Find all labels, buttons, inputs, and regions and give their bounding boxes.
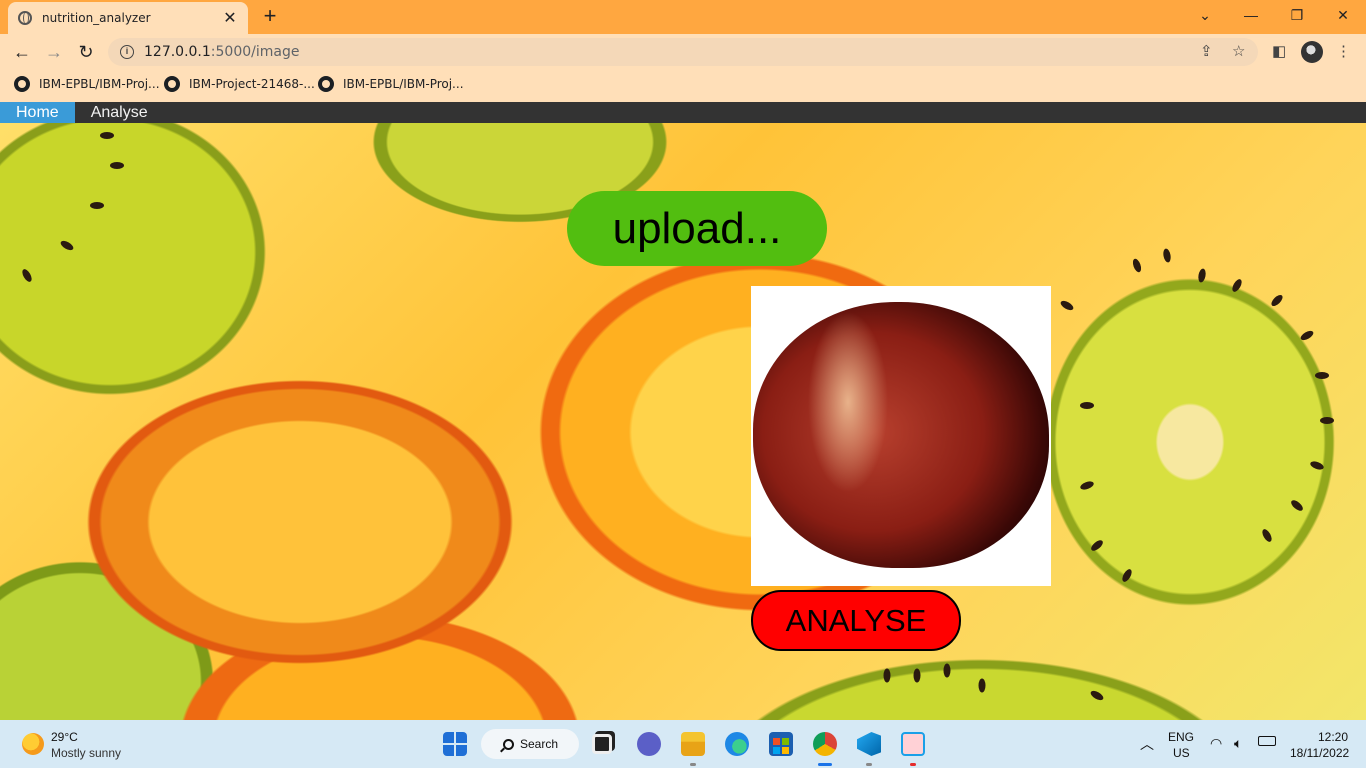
weather-icon[interactable] [22,733,44,755]
kiwi-seed [913,668,921,683]
kiwi-seed [883,668,891,683]
github-icon [14,76,30,92]
minimize-button[interactable]: — [1228,0,1274,30]
app-icon[interactable] [901,732,925,756]
globe-icon [18,11,32,25]
tab-close-icon[interactable]: ✕ [222,8,238,28]
kiwi-seed [1315,372,1329,379]
forward-icon[interactable]: → [42,40,66,64]
kiwi-seed [1269,293,1285,308]
clock-date[interactable]: 18/11/2022 [1290,746,1349,760]
file-explorer-icon[interactable] [681,732,705,756]
kiwi-seed [90,202,104,209]
kiwi-seed [1309,459,1325,472]
browser-tab-bar: nutrition_analyzer ✕ + ⌄ — ❐ ✕ [0,0,1366,34]
show-hidden-icons[interactable]: ︿ [1140,734,1154,754]
github-icon [164,76,180,92]
running-indicator [690,763,696,766]
kiwi-seed [1059,298,1075,313]
kiwi-seed [1299,328,1315,343]
kiwi-seed [1260,527,1274,544]
kiwi-seed [1320,417,1334,424]
kiwi-seed [1120,567,1134,584]
image-preview [751,286,1051,586]
bookmark-star-icon[interactable]: ☆ [1232,42,1245,60]
browser-tab[interactable]: nutrition_analyzer ✕ [8,2,248,34]
kiwi-seed [59,238,75,253]
kiwi-seed [1131,257,1143,274]
kiwi-seed [1089,538,1105,553]
teams-icon[interactable] [637,732,661,756]
active-indicator [818,763,832,766]
kiwi-seed [1230,277,1244,294]
volume-icon[interactable]: 🔈︎ [1234,735,1242,752]
upload-button[interactable]: upload... [567,191,827,266]
store-icon[interactable] [769,732,793,756]
start-icon[interactable] [443,732,467,756]
kiwi-seed [1289,498,1305,513]
running-indicator [866,763,872,766]
clock-time[interactable]: 12:20 [1318,730,1348,744]
kiwi-seed [1089,688,1105,703]
language-lang[interactable]: ENG [1168,730,1194,744]
battery-icon[interactable] [1258,736,1276,746]
analyse-button[interactable]: ANALYSE [751,590,961,651]
url-text: 127.0.0.1:5000/image [144,44,300,60]
kiwi-seed [100,132,114,139]
kiwi-seed [110,162,124,169]
site-info-icon[interactable]: i [120,45,134,59]
apple-image [753,302,1049,568]
profile-avatar[interactable] [1301,41,1323,63]
kiwi-seed [978,678,986,693]
bookmark-item[interactable]: IBM-EPBL/IBM-Proj... [14,76,160,92]
kiwi-seed [1162,247,1172,264]
kiwi-seed [1079,479,1095,492]
bookmarks-bar: IBM-EPBL/IBM-Proj... IBM-Project-21468-.… [0,70,1366,102]
address-bar[interactable]: i 127.0.0.1:5000/image [108,38,1258,66]
tab-title: nutrition_analyzer [42,11,151,25]
kiwi-seed [1197,267,1207,284]
browser-toolbar: ← → ↻ i 127.0.0.1:5000/image ⇪ ☆ ◧ ⋮ [0,34,1366,70]
close-window-button[interactable]: ✕ [1320,0,1366,30]
github-icon [318,76,334,92]
wifi-icon[interactable]: ◠ [1210,735,1222,752]
bookmark-item[interactable]: IBM-Project-21468-... [164,76,315,92]
page-background: Home Analyse upload... ANALYSE [0,102,1366,720]
weather-temp: 29°C [51,730,78,744]
kiwi-seed [943,663,951,678]
language-region[interactable]: US [1173,746,1190,760]
kiwi-seed [1080,402,1094,409]
chrome-icon[interactable] [813,732,837,756]
taskbar: 29°C Mostly sunny Search ︿ ENG US ◠ 🔈︎ 1… [0,720,1366,768]
top-nav: Home Analyse [0,102,1366,123]
taskbar-search[interactable]: Search [481,729,579,759]
weather-desc: Mostly sunny [51,746,122,760]
back-icon[interactable]: ← [10,40,34,64]
nav-home[interactable]: Home [0,102,75,123]
search-icon [503,738,514,750]
new-tab-button[interactable]: + [258,3,282,29]
task-view-icon[interactable] [592,734,612,754]
reload-icon[interactable]: ↻ [74,40,98,64]
nav-analyse[interactable]: Analyse [75,102,164,123]
edge-icon[interactable] [725,732,749,756]
kiwi-seed [20,267,34,284]
menu-icon[interactable]: ⋮ [1336,42,1351,60]
tab-search-icon[interactable]: ⌄ [1182,0,1228,30]
maximize-button[interactable]: ❐ [1274,0,1320,30]
side-panel-icon[interactable]: ◧ [1272,42,1286,60]
vscode-icon[interactable] [857,732,881,756]
running-indicator [910,763,916,766]
bookmark-item[interactable]: IBM-EPBL/IBM-Proj... [318,76,464,92]
share-icon[interactable]: ⇪ [1200,42,1213,60]
